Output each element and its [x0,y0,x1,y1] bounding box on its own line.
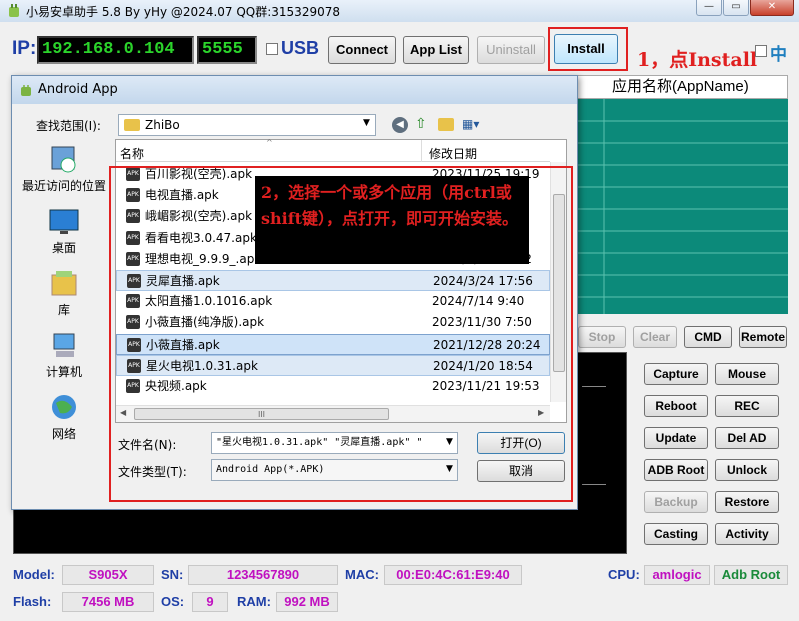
nav-library[interactable]: 库 [20,269,108,318]
model-label: Model: [13,567,55,582]
zh-checkbox[interactable] [755,45,767,57]
mouse-button[interactable]: Mouse [715,363,779,385]
os-value: 9 [192,592,228,612]
app-icon [6,3,22,19]
up-folder-icon[interactable]: ⇧ [415,116,431,132]
ip-input[interactable]: 192.168.0.104 [37,36,194,64]
places-bar: 最近访问的位置 桌面 库 计算机 网络 [17,141,111,441]
nav-desktop[interactable]: 桌面 [20,207,108,256]
col-divider [421,140,422,162]
ram-value: 992 MB [276,592,338,612]
mac-value: 00:E0:4C:61:E9:40 [384,565,522,585]
cpu-label: CPU: [608,567,640,582]
usb-checkbox[interactable] [266,43,278,55]
reboot-button[interactable]: Reboot [644,395,708,417]
ram-label: RAM: [237,594,271,609]
flash-label: Flash: [13,594,52,609]
minimize-button[interactable]: — [696,0,722,16]
adb-root-button[interactable]: ADB Root [644,459,708,481]
back-icon[interactable]: ◀ [392,117,408,133]
connect-button[interactable]: Connect [328,36,396,64]
cmd-button[interactable]: CMD [684,326,732,348]
ip-label: IP: [12,38,37,59]
col-date-header[interactable]: 修改日期 [429,145,477,162]
new-folder-icon[interactable] [438,118,454,131]
backup-button[interactable]: Backup [644,491,708,513]
port-input[interactable]: 5555 [197,36,257,64]
capture-button[interactable]: Capture [644,363,708,385]
recent-places-icon [48,145,80,175]
look-in-value: ZhiBo [145,118,180,132]
library-icon [48,269,80,299]
step2-annotation-box: 2，选择一个或多个应用（用ctrl或shift键），点打开，即可开始安装。 [255,176,529,264]
view-menu-icon[interactable]: ▦▾ [462,117,488,133]
uninstall-button[interactable]: Uninstall [477,36,545,64]
stop-button[interactable]: Stop [578,326,626,348]
zh-label: 中 [770,45,787,64]
casting-button[interactable]: Casting [644,523,708,545]
sort-caret-icon: ^ [266,138,273,147]
console-dash-2 [582,484,606,485]
flash-value: 7456 MB [62,592,154,612]
mac-label: MAC: [345,567,379,582]
nav-library-label: 库 [57,303,70,317]
network-icon [48,393,80,423]
root-status: Adb Root [714,565,788,585]
os-label: OS: [161,594,185,609]
nav-computer[interactable]: 计算机 [20,331,108,380]
col-name-header[interactable]: 名称 [120,145,144,162]
appname-column-header[interactable]: 应用名称(AppName) [577,75,788,99]
folder-icon [124,119,140,131]
computer-icon [48,331,80,361]
nav-recent-label: 最近访问的位置 [21,179,106,193]
console-dash-1 [582,386,606,387]
sn-value: 1234567890 [188,565,338,585]
cpu-value: amlogic [644,565,710,585]
desktop-icon [48,207,80,237]
unlock-button[interactable]: Unlock [715,459,779,481]
nav-network[interactable]: 网络 [20,393,108,442]
install-button[interactable]: Install [554,34,618,64]
remote-button[interactable]: Remote [739,326,787,348]
usb-label: USB [281,38,320,58]
open-file-dialog: Android App 查找范围(I): ZhiBo ▼ ◀ ⇧ ▦▾ 最近访问… [11,75,578,510]
clear-button[interactable]: Clear [633,326,677,348]
file-list-header: 名称 ^ 修改日期 [116,138,550,162]
app-list-button[interactable]: App List [403,36,469,64]
nav-network-label: 网络 [51,427,76,441]
close-button[interactable]: ✕ [750,0,794,16]
rec-button[interactable]: REC [715,395,779,417]
look-in-select[interactable]: ZhiBo ▼ [118,114,376,136]
nav-recent[interactable]: 最近访问的位置 [20,145,108,194]
activity-button[interactable]: Activity [715,523,779,545]
app-table[interactable] [577,99,788,314]
window-title: 小易安卓助手 5.8 By yHy @2024.07 QQ群:315329078 [26,5,340,19]
step2-annotation: 2，选择一个或多个应用（用ctrl或shift键），点打开，即可开始安装。 [261,183,518,228]
model-value: S905X [62,565,154,585]
chevron-down-icon: ▼ [363,118,370,128]
step1-annotation: 1，点Install [637,49,758,71]
del-ad-button[interactable]: Del AD [715,427,779,449]
nav-computer-label: 计算机 [45,365,82,379]
android-icon [19,83,33,97]
update-button[interactable]: Update [644,427,708,449]
sn-label: SN: [161,567,184,582]
maximize-button[interactable]: ▭ [723,0,749,16]
look-in-label: 查找范围(I): [36,119,101,133]
nav-desktop-label: 桌面 [51,241,76,255]
restore-button[interactable]: Restore [715,491,779,513]
dialog-title: Android App [38,82,118,97]
